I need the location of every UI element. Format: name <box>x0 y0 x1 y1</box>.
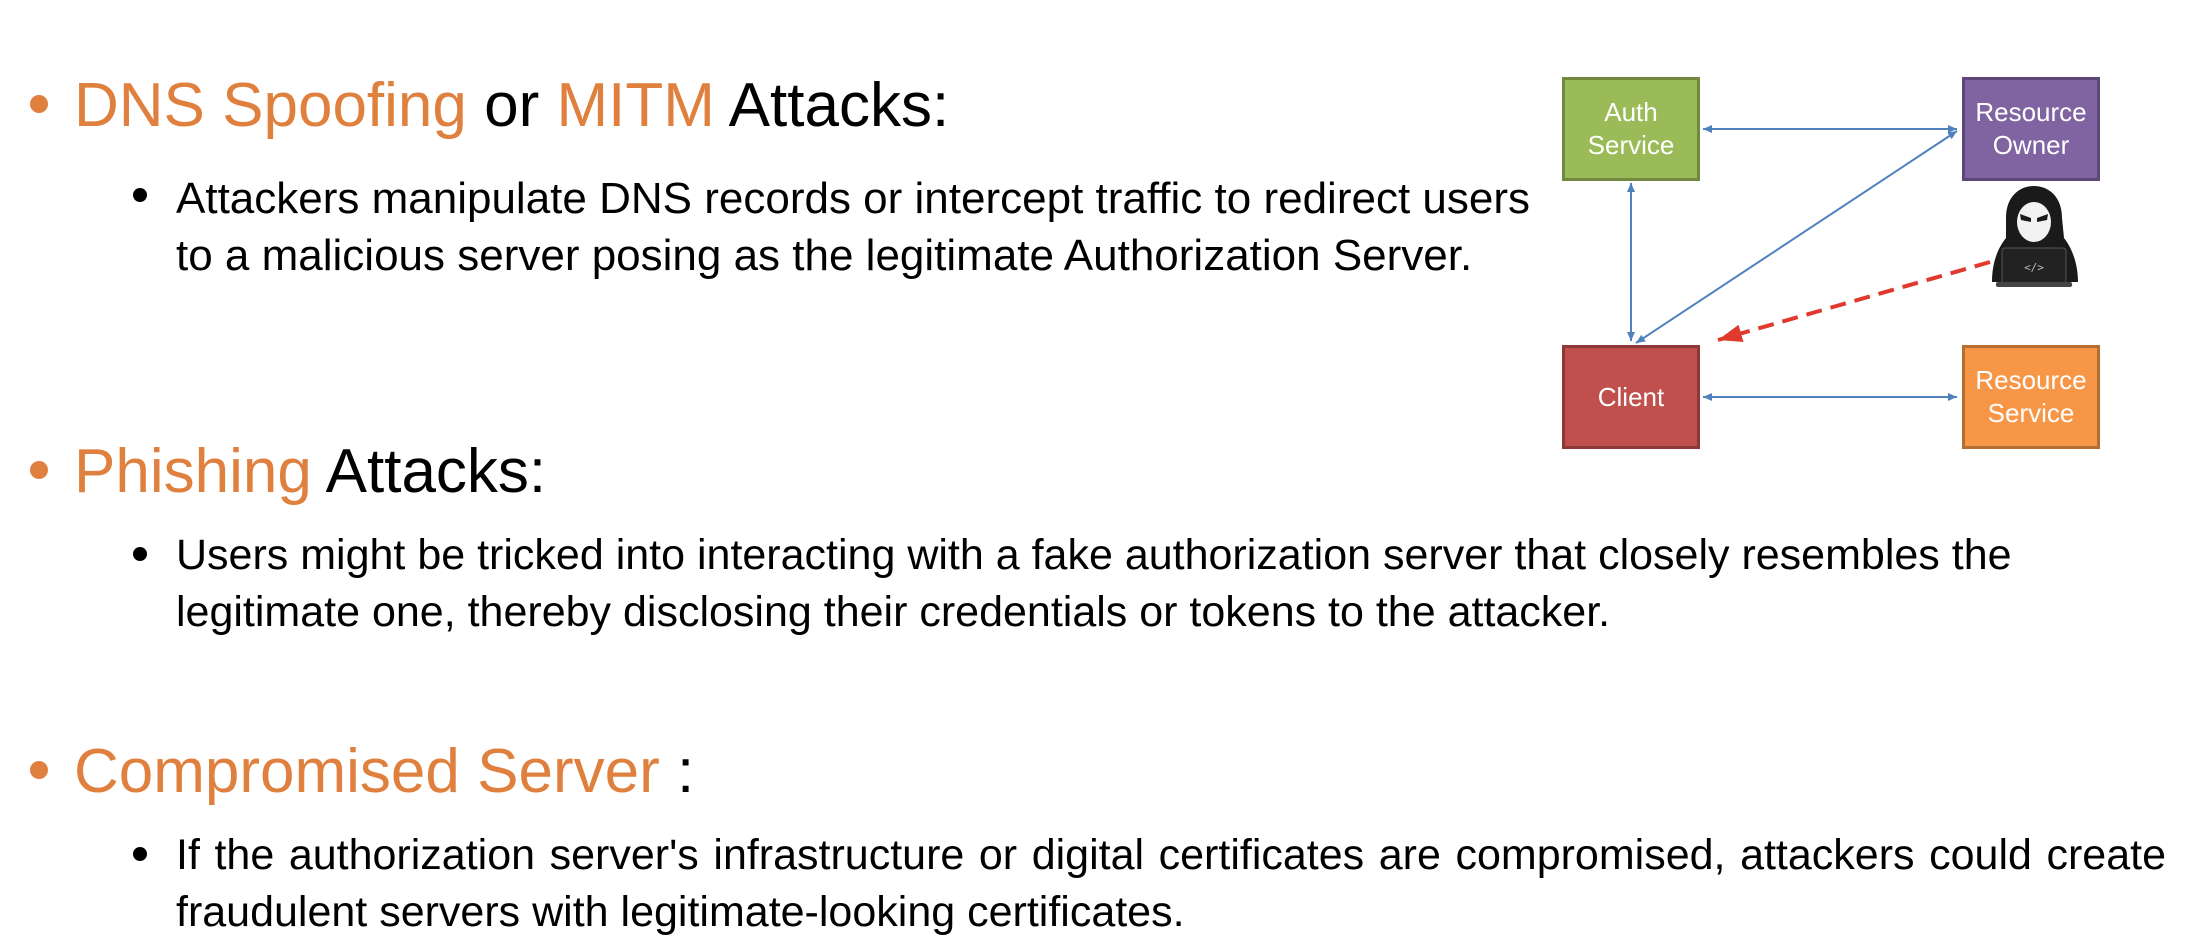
diagram-arrows: </> <box>1627 125 2078 401</box>
auth-service-label-2: Service <box>1587 130 1675 160</box>
resource-service-label-2: Service <box>1987 398 2075 428</box>
hacker-icon: </> <box>1992 186 2078 287</box>
resource-owner-label-2: Owner <box>1992 130 2070 160</box>
client-box: Client <box>1562 345 1700 449</box>
resource-owner-box: Resource Owner <box>1962 77 2100 181</box>
auth-service-box: Auth Service <box>1562 77 1700 181</box>
auth-service-label-1: Auth <box>1604 97 1658 127</box>
resource-service-box: Resource Service <box>1962 345 2100 449</box>
laptop-screen-text: </> <box>2024 261 2044 274</box>
attack-arrow <box>1717 260 1991 343</box>
resource-service-label-1: Resource <box>1975 365 2087 395</box>
resource-owner-label-1: Resource <box>1975 97 2087 127</box>
client-label: Client <box>1597 381 1665 412</box>
